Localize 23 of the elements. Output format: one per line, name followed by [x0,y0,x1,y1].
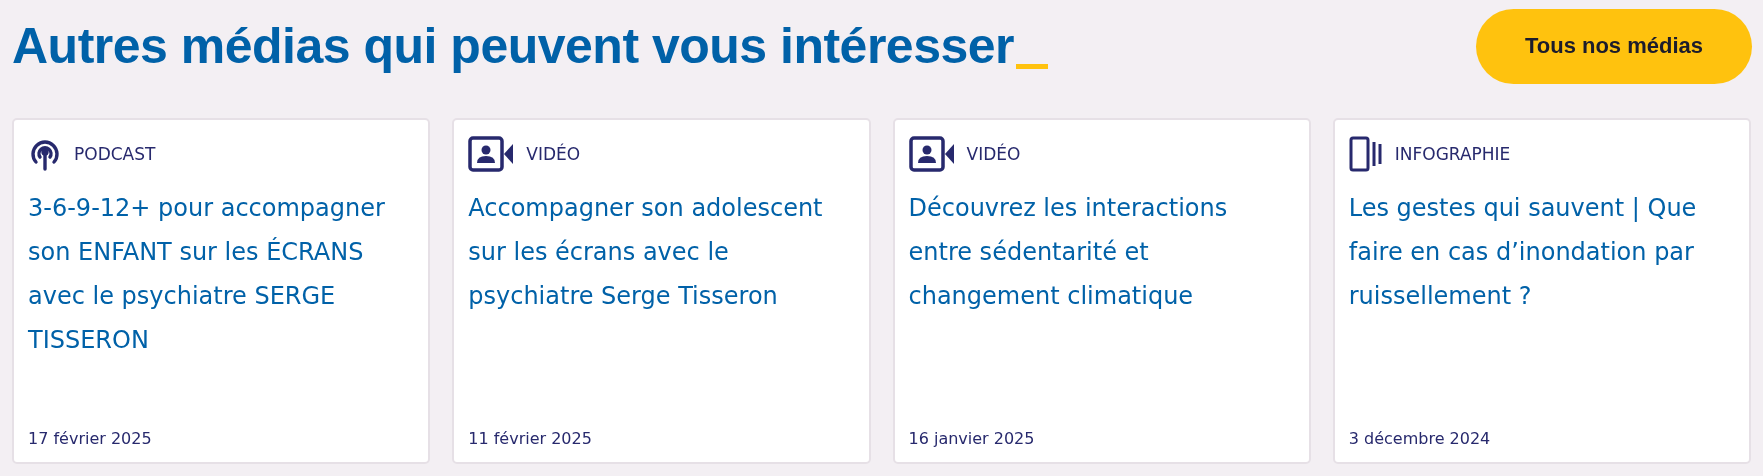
section-heading: Autres médias qui peuvent vous intéresser [12,17,1015,75]
media-card[interactable]: INFOGRAPHIE Les gestes qui sauvent | Que faire en cas d’inondation par ruissellement ? 3 décembre 2024 [1332,118,1751,464]
all-media-button[interactable]: Tous nos médias [1476,8,1752,84]
publish-date: 17 février 2025 [28,429,153,448]
publish-date: 11 février 2025 [468,429,593,448]
podcast-icon [28,137,62,171]
publish-date: 16 janvier 2025 [908,429,1036,448]
media-title-link[interactable]: Accompagner son adolescent sur les écrans avec le psychiatre Serge Tisseron [468,186,855,318]
phone-icon [1348,136,1383,172]
media-title-link[interactable]: Les gestes qui sauvent | Que faire en cas d’inondation par ruissellement ? [1348,186,1735,318]
media-type-label: PODCAST [74,144,156,164]
media-card[interactable]: VIDÉO Accompagner son adolescent sur les écrans avec le psychiatre Serge Tisseron 11 février 2025 [452,118,871,464]
media-title-link[interactable]: 3-6-9-12+ pour accompagner son ENFANT sur les ÉCRANS avec le psychiatre SERGE TISSERON [28,186,415,362]
media-type-label: VIDÉO [966,144,1021,164]
media-type-label: INFOGRAPHIE [1394,144,1511,164]
media-type-label: VIDÉO [526,144,581,164]
media-title-link[interactable]: Découvrez les interactions entre sédentarité et changement climatique [908,186,1295,318]
publish-date: 3 décembre 2024 [1348,429,1492,448]
video-camera-icon [468,136,515,172]
heading-underline [1016,64,1049,69]
media-card[interactable]: PODCAST 3-6-9-12+ pour accompagner son ENFANT sur les ÉCRANS avec le psychiatre SERGE TISSERON 17 février 2025 [12,118,431,464]
media-card[interactable]: VIDÉO Découvrez les interactions entre sédentarité et changement climatique 16 janvier 2025 [892,118,1311,464]
video-camera-icon [908,136,955,172]
